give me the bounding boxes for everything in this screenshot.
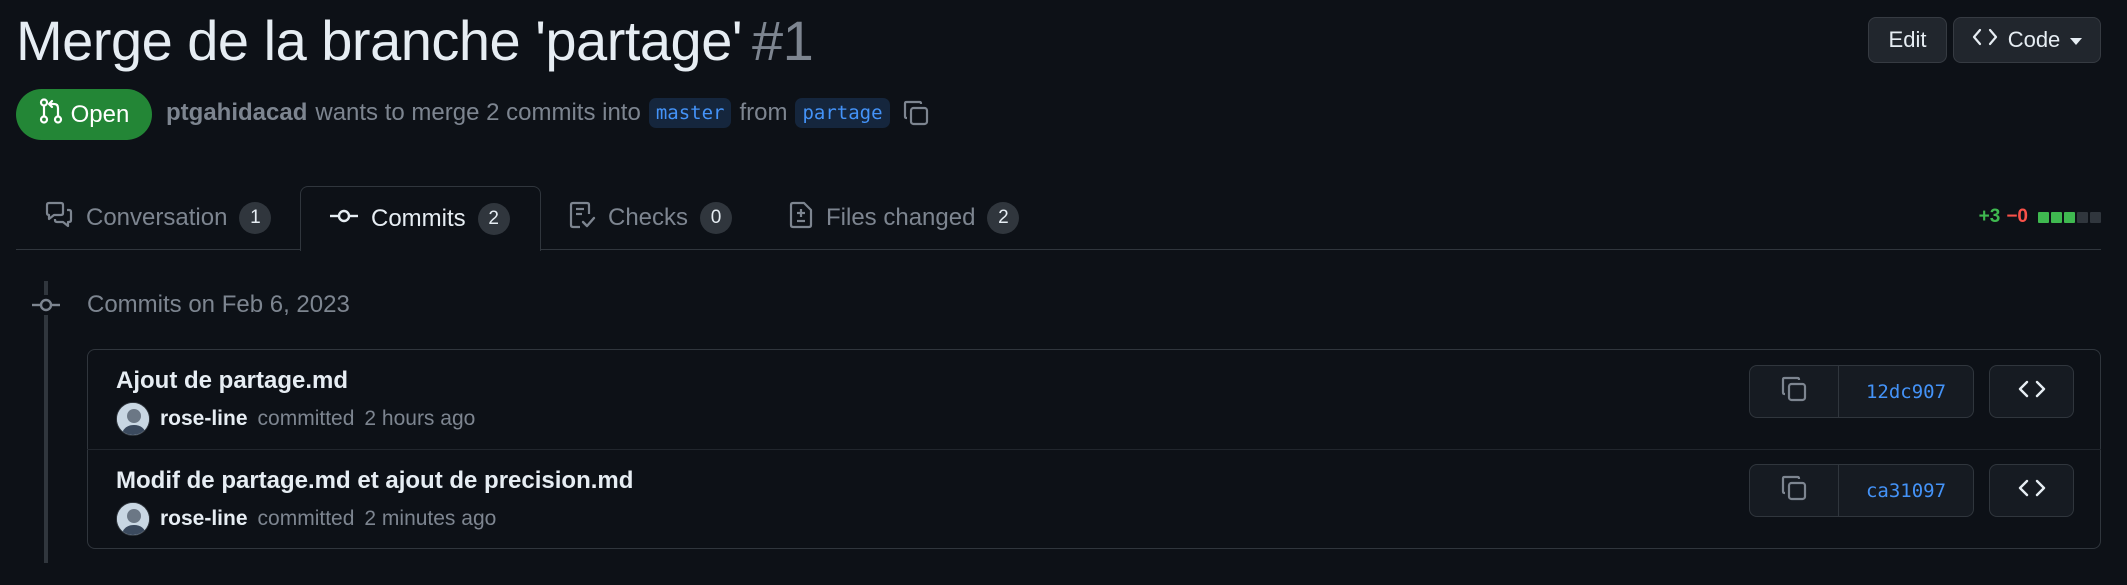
file-diff-icon <box>788 200 814 237</box>
diffstat-block-added <box>2064 211 2075 223</box>
browse-repo-button[interactable] <box>1989 365 2074 418</box>
pr-number: #1 <box>752 9 814 72</box>
code-button[interactable]: Code <box>1953 17 2101 63</box>
copy-icon[interactable] <box>902 99 930 127</box>
checklist-icon <box>568 200 596 237</box>
tab-conversation[interactable]: Conversation 1 <box>32 186 282 250</box>
commit-sha-group: ca31097 <box>1749 464 1974 517</box>
pr-state-label: Open <box>70 100 130 128</box>
commit-author-link[interactable]: rose-line <box>160 407 248 431</box>
tab-files-changed[interactable]: Files changed 2 <box>776 186 1036 250</box>
edit-button-label: Edit <box>1888 27 1927 52</box>
diffstat-block-added <box>2038 211 2049 223</box>
head-branch-link[interactable]: partage <box>795 98 890 128</box>
commit-meta: rose-line committed 2 hours ago <box>116 402 475 436</box>
commit-group-header: Commits on Feb 6, 2023 <box>87 291 350 318</box>
diffstat: +3 −0 <box>1979 206 2101 228</box>
commit-sha: 12dc907 <box>1865 380 1947 403</box>
diffstat-additions: +3 <box>1978 206 2001 227</box>
tab-checks-count: 0 <box>700 202 733 234</box>
code-icon <box>1972 27 1998 53</box>
commit-sha-link[interactable]: 12dc907 <box>1838 366 1973 417</box>
diffstat-block-neutral <box>2077 211 2088 223</box>
copy-icon <box>1780 375 1808 408</box>
timeline-line <box>44 281 48 563</box>
commit-action: committed <box>257 507 355 530</box>
avatar[interactable] <box>116 402 150 436</box>
pr-state-badge: Open <box>16 89 152 140</box>
browse-repo-button[interactable] <box>1989 464 2074 517</box>
commit-action: committed <box>257 407 355 430</box>
pr-title: Merge de la branche 'partage' <box>16 9 743 72</box>
tab-checks[interactable]: Checks 0 <box>556 186 742 250</box>
git-commit-icon <box>329 205 359 233</box>
pr-title-heading: Merge de la branche 'partage' #1 <box>16 8 814 73</box>
code-button-label: Code <box>2007 27 2061 52</box>
tab-files-changed-label: Files changed <box>826 204 976 231</box>
pr-author-link[interactable]: ptgahidacad <box>166 99 307 127</box>
diffstat-blocks <box>2038 211 2101 223</box>
tab-commits-label: Commits <box>371 205 466 232</box>
code-icon <box>2018 379 2046 404</box>
avatar[interactable] <box>116 502 150 536</box>
copy-icon <box>1780 474 1808 507</box>
diffstat-block-neutral <box>2090 211 2101 223</box>
edit-button[interactable]: Edit <box>1868 17 1947 63</box>
commit-title-link[interactable]: Modif de partage.md et ajout de precisio… <box>116 467 633 495</box>
commit-meta: rose-line committed 2 minutes ago <box>116 502 496 536</box>
tab-conversation-label: Conversation <box>86 204 228 231</box>
commit-time: 2 hours ago <box>364 407 476 430</box>
tab-conversation-count: 1 <box>239 202 272 234</box>
commit-time: 2 minutes ago <box>364 507 497 530</box>
commit-sha: ca31097 <box>1865 479 1947 502</box>
tab-files-changed-count: 2 <box>987 202 1020 234</box>
tab-checks-label: Checks <box>608 204 689 231</box>
tab-commits-count: 2 <box>477 203 510 235</box>
chevron-down-icon <box>2070 37 2083 45</box>
commit-title-link[interactable]: Ajout de partage.md <box>116 367 348 395</box>
diffstat-block-added <box>2051 211 2062 223</box>
merge-text: wants to merge 2 commits into <box>315 99 641 126</box>
commit-sha-group: 12dc907 <box>1749 365 1974 418</box>
diffstat-deletions: −0 <box>2006 206 2028 227</box>
git-commit-icon <box>30 295 62 315</box>
git-pull-request-icon <box>39 98 63 131</box>
comment-discussion-icon <box>44 201 74 236</box>
commit-author-link[interactable]: rose-line <box>160 507 248 531</box>
copy-sha-button[interactable] <box>1750 465 1838 516</box>
copy-sha-button[interactable] <box>1750 366 1838 417</box>
from-text: from <box>739 99 788 126</box>
base-branch-link[interactable]: master <box>648 98 732 128</box>
tab-commits[interactable]: Commits 2 <box>300 186 541 251</box>
commit-sha-link[interactable]: ca31097 <box>1838 465 1973 516</box>
pr-meta: ptgahidacad wants to merge 2 commits int… <box>166 98 930 128</box>
commit-row-divider <box>87 449 2101 450</box>
code-icon <box>2018 478 2046 503</box>
